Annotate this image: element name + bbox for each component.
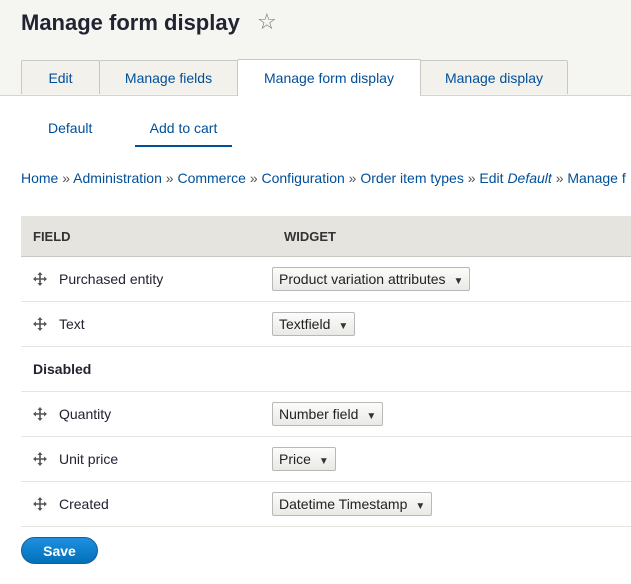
drag-handle-icon[interactable] [33, 406, 49, 422]
tab-manage-display[interactable]: Manage display [420, 60, 568, 94]
table-row: Text Textfield ▼ [21, 301, 631, 347]
breadcrumb-separator: » [165, 170, 174, 186]
chevron-down-icon: ▼ [366, 411, 377, 422]
field-label: Quantity [59, 406, 112, 422]
field-label: Unit price [59, 451, 119, 467]
page-header: Manage form display ☆ Edit Manage fields… [0, 0, 631, 96]
widget-select-value: Price [279, 451, 311, 467]
widget-select-value: Product variation attributes [279, 271, 446, 287]
field-label: Purchased entity [59, 271, 164, 287]
table-row: Unit price Price ▼ [21, 436, 631, 482]
drag-handle-icon[interactable] [33, 316, 49, 332]
drag-handle-icon[interactable] [33, 451, 49, 467]
breadcrumb-separator: » [467, 170, 476, 186]
table-row: Created Datetime Timestamp ▼ [21, 481, 631, 527]
subtab-default[interactable]: Default [48, 118, 92, 145]
widget-select[interactable]: Datetime Timestamp ▼ [272, 492, 433, 516]
widget-select[interactable]: Number field ▼ [272, 402, 384, 426]
breadcrumb-administration[interactable]: Administration [73, 170, 162, 186]
breadcrumb: Home » Administration » Commerce » Confi… [21, 170, 626, 186]
breadcrumb-commerce[interactable]: Commerce [177, 170, 245, 186]
widget-select-value: Datetime Timestamp [279, 496, 408, 512]
table-row: Quantity Number field ▼ [21, 391, 631, 437]
page-title: Manage form display [21, 10, 240, 35]
breadcrumb-separator: » [555, 170, 564, 186]
chevron-down-icon: ▼ [318, 456, 329, 467]
region-title: Disabled [21, 346, 631, 392]
breadcrumb-configuration[interactable]: Configuration [262, 170, 345, 186]
widget-select-value: Number field [279, 406, 359, 422]
tab-edit[interactable]: Edit [21, 60, 100, 94]
table-header-row: FIELD WIDGET [21, 216, 631, 257]
breadcrumb-edit-label: Edit [479, 170, 504, 186]
breadcrumb-manage[interactable]: Manage f [567, 170, 625, 186]
star-outline-icon[interactable]: ☆ [257, 10, 277, 35]
tab-manage-fields[interactable]: Manage fields [99, 60, 238, 94]
breadcrumb-edit-target: Default [507, 170, 552, 186]
breadcrumb-separator: » [62, 170, 71, 186]
subtab-add-to-cart[interactable]: Add to cart [135, 118, 232, 147]
drag-handle-icon[interactable] [33, 271, 49, 287]
widget-select[interactable]: Price ▼ [272, 447, 336, 471]
widget-select[interactable]: Product variation attributes ▼ [272, 267, 471, 291]
chevron-down-icon: ▼ [453, 276, 464, 287]
fields-table: FIELD WIDGET Purchased entity Product va… [21, 216, 631, 527]
drag-handle-icon[interactable] [33, 496, 49, 512]
column-header-field: FIELD [21, 216, 272, 257]
breadcrumb-home[interactable]: Home [21, 170, 58, 186]
breadcrumb-separator: » [348, 170, 357, 186]
field-label: Text [59, 316, 85, 332]
field-label: Created [59, 496, 109, 512]
widget-select[interactable]: Textfield ▼ [272, 312, 356, 336]
chevron-down-icon: ▼ [338, 321, 349, 332]
column-header-widget: WIDGET [272, 216, 631, 257]
breadcrumb-edit-default[interactable]: Edit Default [479, 170, 551, 186]
region-row-disabled: Disabled [21, 346, 631, 392]
save-button[interactable]: Save [21, 537, 98, 564]
tab-manage-form-display[interactable]: Manage form display [237, 59, 421, 96]
breadcrumb-separator: » [249, 170, 258, 186]
widget-select-value: Textfield [279, 316, 331, 332]
chevron-down-icon: ▼ [415, 501, 426, 512]
breadcrumb-order-item-types[interactable]: Order item types [360, 170, 463, 186]
table-row: Purchased entity Product variation attri… [21, 256, 631, 302]
